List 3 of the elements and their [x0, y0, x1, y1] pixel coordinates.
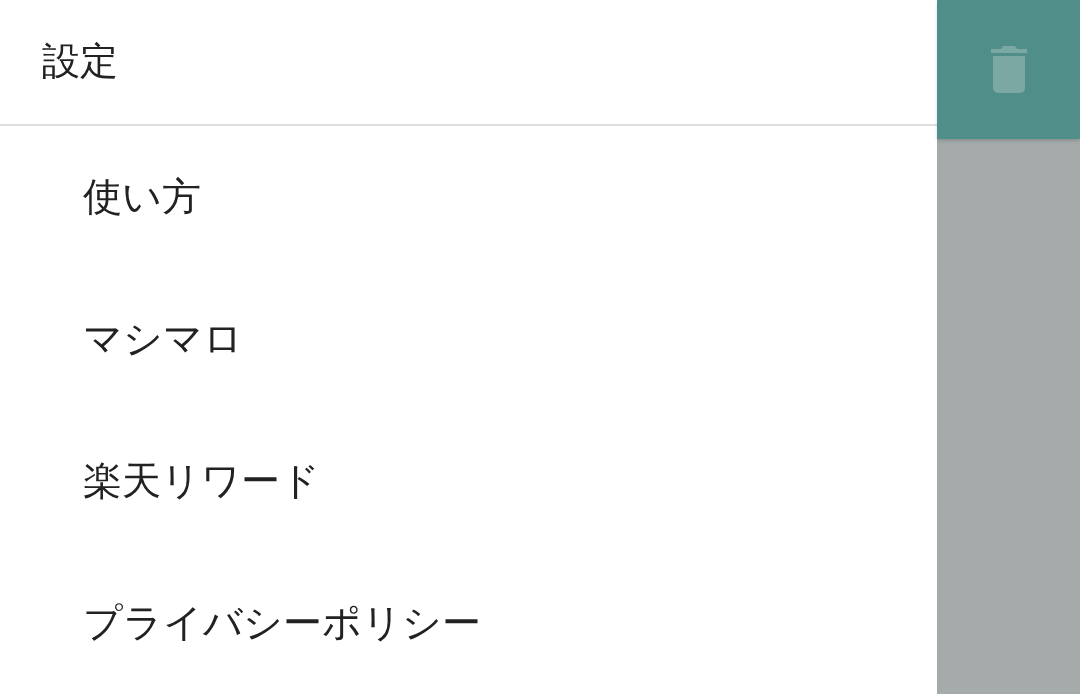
delete-button[interactable]	[990, 46, 1027, 93]
drawer-title: 設定	[42, 39, 118, 85]
trash-icon	[990, 46, 1027, 93]
